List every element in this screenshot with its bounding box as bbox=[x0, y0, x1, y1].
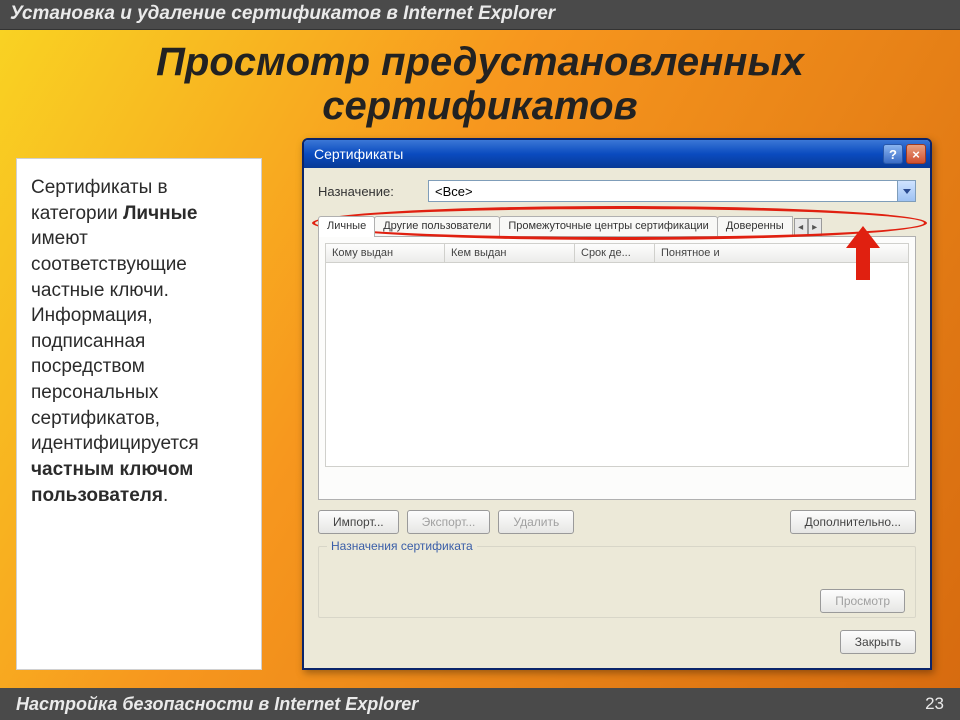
close-icon[interactable]: × bbox=[906, 144, 926, 164]
description-textbox: Сертификаты в категории Личные имеют соо… bbox=[16, 158, 262, 670]
slide-footer: Настройка безопасности в Internet Explor… bbox=[0, 688, 960, 720]
purpose-dropdown[interactable]: <Все> bbox=[428, 180, 916, 202]
column-issued-by[interactable]: Кем выдан bbox=[445, 243, 575, 263]
tab-other-users[interactable]: Другие пользователи bbox=[374, 216, 500, 236]
certificate-list[interactable] bbox=[325, 263, 909, 467]
tab-trusted[interactable]: Доверенны bbox=[717, 216, 793, 236]
slide-title: Просмотр предустановленных сертификатов bbox=[40, 40, 920, 128]
purpose-value: <Все> bbox=[435, 184, 473, 199]
footer-text: Настройка безопасности в Internet Explor… bbox=[16, 694, 418, 715]
tab-personal[interactable]: Личные bbox=[318, 216, 375, 237]
export-button: Экспорт... bbox=[407, 510, 491, 534]
tab-strip: Личные Другие пользователи Промежуточные… bbox=[318, 212, 916, 236]
group-legend: Назначения сертификата bbox=[327, 539, 477, 553]
dialog-titlebar[interactable]: Сертификаты ? × bbox=[304, 140, 930, 168]
help-button[interactable]: ? bbox=[883, 144, 903, 164]
column-friendly-name[interactable]: Понятное и bbox=[655, 243, 909, 263]
list-header: Кому выдан Кем выдан Срок де... Понятное… bbox=[325, 243, 909, 263]
dialog-title: Сертификаты bbox=[314, 146, 403, 162]
column-issued-to[interactable]: Кому выдан bbox=[325, 243, 445, 263]
purpose-label: Назначение: bbox=[318, 184, 428, 199]
page-number: 23 bbox=[925, 694, 944, 714]
view-button: Просмотр bbox=[820, 589, 905, 613]
tab-intermediate-ca[interactable]: Промежуточные центры сертификации bbox=[499, 216, 717, 236]
column-expires[interactable]: Срок де... bbox=[575, 243, 655, 263]
import-button[interactable]: Импорт... bbox=[318, 510, 399, 534]
chevron-down-icon[interactable] bbox=[897, 181, 915, 201]
certificate-list-panel: Кому выдан Кем выдан Срок де... Понятное… bbox=[318, 236, 916, 500]
tab-scroll-right[interactable]: ▸ bbox=[808, 218, 822, 236]
certificates-dialog: Сертификаты ? × Назначение: <Все> Личные… bbox=[302, 138, 932, 670]
close-button[interactable]: Закрыть bbox=[840, 630, 916, 654]
delete-button: Удалить bbox=[498, 510, 574, 534]
slide-header-text: Установка и удаление сертификатов в Inte… bbox=[10, 3, 555, 24]
tab-scroll-left[interactable]: ◂ bbox=[794, 218, 808, 236]
slide-header: Установка и удаление сертификатов в Inte… bbox=[0, 0, 960, 30]
advanced-button[interactable]: Дополнительно... bbox=[790, 510, 916, 534]
cert-purposes-group: Назначения сертификата Просмотр bbox=[318, 546, 916, 618]
